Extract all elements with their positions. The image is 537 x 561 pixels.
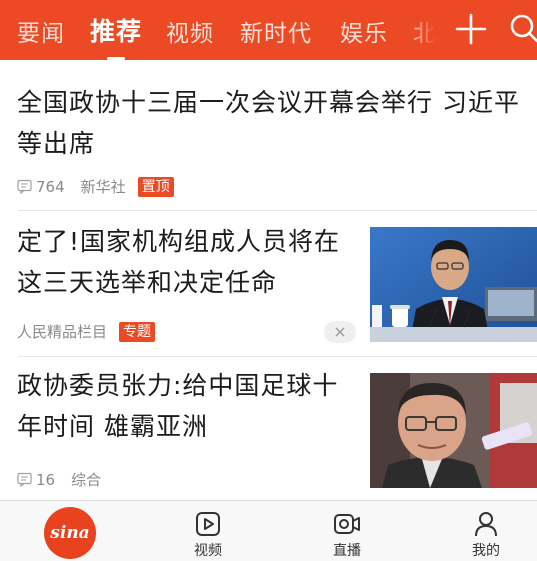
news-meta: 人民精品栏目 专题 [17,321,156,342]
comment-icon [17,179,32,194]
nav-live[interactable]: 直播 [307,501,387,561]
tab-tuijian[interactable]: 推荐 [90,12,143,60]
video-icon [196,512,220,536]
dismiss-button[interactable] [324,321,356,343]
pinned-badge: 置顶 [137,176,174,197]
add-channel-button[interactable] [452,10,490,48]
news-meta: 16 综合 [17,469,101,490]
search-icon [510,14,537,43]
nav-profile[interactable]: 我的 [446,501,526,561]
tab-xinshidai[interactable]: 新时代 [240,14,312,48]
comment-count: 16 [36,470,56,489]
tab-scroll-fade [408,0,448,60]
comment-count: 764 [36,177,65,196]
topic-badge: 专题 [119,321,156,342]
news-item[interactable]: 政协委员张力:给中国足球十年时间 雄霸亚洲 16 综合 [0,357,537,500]
interview-photo [370,373,537,488]
news-source: 综合 [71,471,102,489]
nav-video[interactable]: 视频 [168,501,248,561]
sina-logo-text: sina [50,523,90,543]
sina-home-button[interactable]: sina [44,507,96,559]
news-meta: 764 新华社 置顶 [17,176,174,197]
nav-label: 直播 [333,543,361,559]
news-source: 人民精品栏目 [17,323,108,341]
news-item[interactable]: 定了!国家机构组成人员将在这三天选举和决定任命 人民精品栏目 专题 [0,211,537,356]
user-icon [475,512,497,537]
tab-label: 推荐 [90,17,143,46]
tab-shipin[interactable]: 视频 [166,14,214,48]
news-headline[interactable]: 全国政协十三届一次会议开幕会举行 习近平等出席 [17,82,532,164]
top-channel-bar: 要闻 推荐 视频 新时代 娱乐 北 [0,0,537,60]
tab-yule[interactable]: 娱乐 [340,14,388,48]
plus-icon [455,13,487,45]
news-item[interactable]: 全国政协十三届一次会议开幕会举行 习近平等出席 764 新华社 置顶 [0,60,537,210]
tab-yaowen[interactable]: 要闻 [17,14,65,48]
press-conference-photo [370,227,537,342]
news-headline[interactable]: 政协委员张力:给中国足球十年时间 雄霸亚洲 [17,365,352,447]
news-source: 新华社 [80,178,126,196]
news-headline[interactable]: 定了!国家机构组成人员将在这三天选举和决定任命 [17,221,352,303]
comment-icon [17,472,32,487]
bottom-navigation: sina 视频 直播 我的 [0,500,537,561]
news-thumbnail[interactable] [370,373,537,488]
close-icon [335,327,345,337]
live-camera-icon [334,514,360,534]
search-button[interactable] [506,10,537,48]
news-thumbnail[interactable] [370,227,537,342]
nav-label: 我的 [472,543,500,559]
nav-label: 视频 [194,543,222,559]
